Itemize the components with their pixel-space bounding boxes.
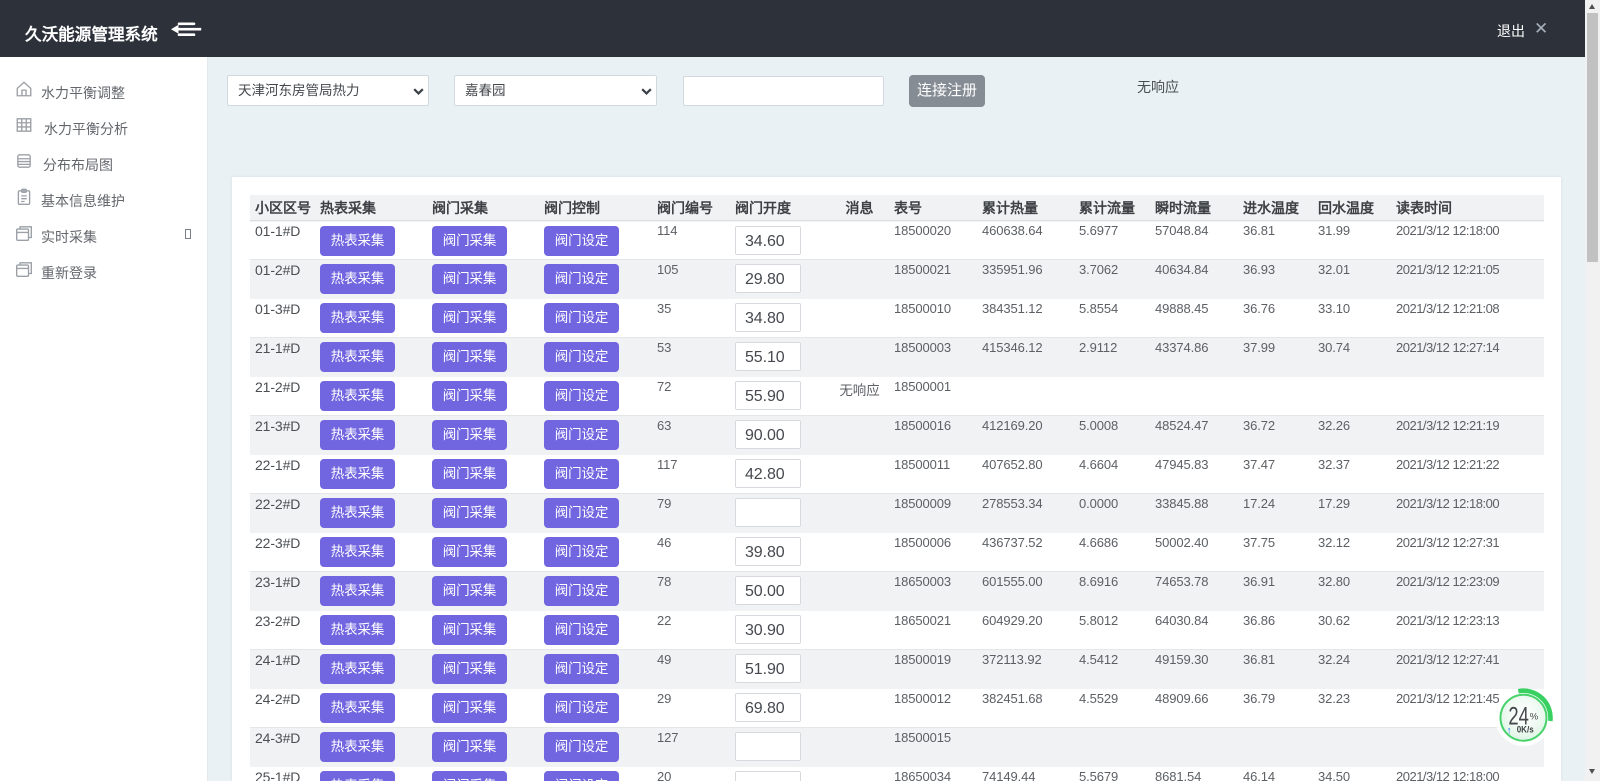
svg-text:%: % — [1530, 712, 1539, 723]
svg-text:0K/s: 0K/s — [1517, 725, 1534, 735]
svg-text:↑: ↑ — [1507, 725, 1512, 736]
